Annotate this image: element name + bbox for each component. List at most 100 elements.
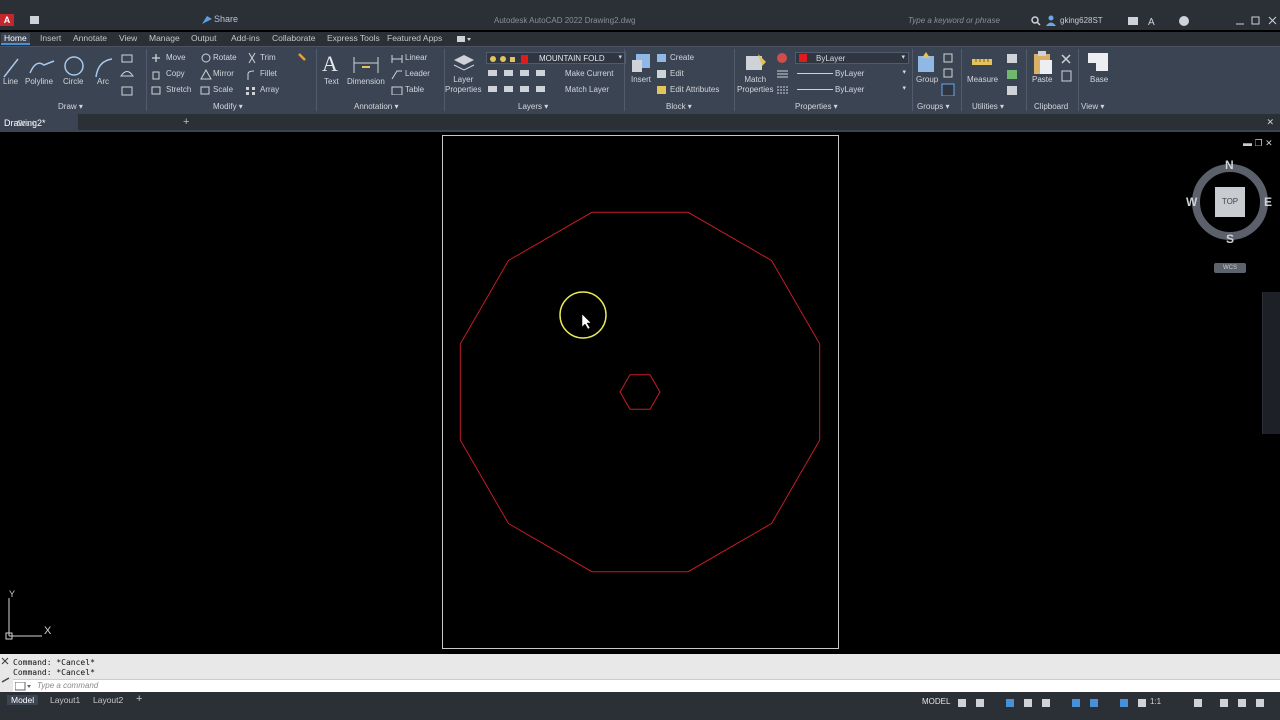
dimension-icon[interactable] — [352, 53, 380, 75]
tab-manage[interactable]: Manage — [149, 33, 180, 43]
tab-model[interactable]: Model — [7, 695, 39, 705]
modify-panel-label[interactable]: Modify ▾ — [213, 102, 243, 111]
insert-button[interactable]: Insert — [631, 75, 651, 84]
line-button[interactable]: Line — [3, 77, 18, 86]
annotation-scale[interactable]: 1:1 — [1150, 697, 1161, 706]
ribbon-toggle-icon[interactable] — [457, 36, 471, 43]
tab-annotate[interactable]: Annotate — [73, 33, 107, 43]
view-panel-label[interactable]: View ▾ — [1081, 102, 1104, 111]
insert-icon[interactable] — [630, 52, 652, 74]
annotation-panel-label[interactable]: Annotation ▾ — [354, 102, 399, 111]
add-layout-icon[interactable]: + — [136, 693, 142, 705]
tab-insert[interactable]: Insert — [40, 33, 61, 43]
window-controls[interactable] — [1236, 16, 1278, 26]
tab-drawing[interactable]: Drawing2* ✕ — [0, 114, 1274, 132]
user-name[interactable]: gking628ST — [1060, 16, 1103, 25]
tab-output[interactable]: Output — [191, 33, 217, 43]
base-button[interactable]: Base — [1090, 75, 1108, 84]
properties-panel-label[interactable]: Properties ▾ — [795, 102, 838, 111]
scale-button[interactable]: Scale — [213, 85, 233, 94]
command-window-controls[interactable] — [0, 654, 12, 692]
match-properties-icon[interactable] — [744, 52, 768, 74]
command-prompt-icon[interactable] — [15, 682, 33, 691]
match-layer-button[interactable]: Match Layer — [565, 85, 609, 94]
search-input[interactable]: Type a keyword or phrase — [904, 14, 1028, 28]
edit-block-button[interactable]: Edit — [670, 69, 684, 78]
tab-layout1[interactable]: Layout1 — [50, 695, 80, 705]
make-current-button[interactable]: Make Current — [565, 69, 613, 78]
arc-button[interactable]: Arc — [97, 77, 109, 86]
polyline-button[interactable]: Polyline — [25, 77, 53, 86]
create-block-button[interactable]: Create — [670, 53, 694, 62]
tab-start[interactable]: Start — [17, 118, 35, 128]
lineweight-dropdown[interactable]: ByLayer ▾ — [795, 68, 909, 80]
search-icon[interactable] — [1031, 16, 1041, 26]
tab-home[interactable]: Home — [1, 33, 30, 45]
tab-express-tools[interactable]: Express Tools — [327, 33, 380, 43]
trim-button[interactable]: Trim — [260, 53, 276, 62]
paste-icon[interactable] — [1032, 51, 1054, 75]
viewport-window-controls[interactable]: ▬ ❐ ✕ — [1243, 138, 1273, 149]
viewcube-top-face[interactable]: TOP — [1215, 187, 1245, 217]
stretch-button[interactable]: Stretch — [166, 85, 191, 94]
color-dropdown[interactable]: ByLayer ▾ — [795, 52, 909, 64]
utilities-panel-label[interactable]: Utilities ▾ — [972, 102, 1004, 111]
fillet-button[interactable]: Fillet — [260, 69, 277, 78]
new-tab-icon[interactable]: + — [183, 116, 189, 128]
tab-featured-apps[interactable]: Featured Apps — [387, 33, 442, 43]
model-space-indicator[interactable]: MODEL — [922, 697, 950, 706]
layer-dropdown[interactable]: MOUNTAIN FOLD ▾ — [486, 52, 626, 64]
draw-panel-label[interactable]: Draw ▾ — [58, 102, 83, 111]
compass-east[interactable]: E — [1264, 195, 1272, 209]
user-icon[interactable] — [1046, 15, 1056, 26]
block-panel-label[interactable]: Block ▾ — [666, 102, 692, 111]
measure-button[interactable]: Measure — [967, 75, 998, 84]
layers-panel-label[interactable]: Layers ▾ — [518, 102, 548, 111]
groups-icons[interactable] — [916, 52, 960, 96]
linear-button[interactable]: Linear — [405, 53, 427, 62]
quick-access-toolbar[interactable] — [30, 15, 40, 25]
tab-collaborate[interactable]: Collaborate — [272, 33, 315, 43]
copy-button[interactable]: Copy — [166, 69, 185, 78]
paste-button[interactable]: Paste — [1032, 75, 1052, 84]
close-tab-icon[interactable]: ✕ — [1266, 117, 1274, 128]
drawing-canvas[interactable]: ▬ ❐ ✕ N S E W TOP WCS Y X — [0, 134, 1280, 652]
title-bar-tools[interactable]: A — [1128, 15, 1198, 27]
drawing-geometry[interactable] — [0, 134, 1280, 652]
array-button[interactable]: Array — [260, 85, 279, 94]
clipboard-panel-label[interactable]: Clipboard — [1034, 102, 1068, 111]
move-button[interactable]: Move — [166, 53, 186, 62]
autocad-logo[interactable]: A — [0, 14, 14, 26]
compass-west[interactable]: W — [1186, 195, 1197, 209]
match-properties-button[interactable]: Match Properties — [737, 75, 773, 95]
base-view-icon[interactable] — [1088, 53, 1110, 73]
compass-north[interactable]: N — [1225, 158, 1234, 172]
dimension-button[interactable]: Dimension — [347, 77, 385, 86]
table-button[interactable]: Table — [405, 85, 424, 94]
mirror-button[interactable]: Mirror — [213, 69, 234, 78]
circle-button[interactable]: Circle — [63, 77, 83, 86]
wcs-menu[interactable]: WCS — [1214, 263, 1246, 273]
group-button[interactable]: Group — [916, 75, 938, 84]
draw-small-tools[interactable] — [120, 53, 142, 99]
compass-south[interactable]: S — [1226, 232, 1234, 246]
linetype-dropdown[interactable]: ByLayer ▾ — [795, 84, 909, 96]
layer-properties-button[interactable]: Layer Properties — [445, 75, 481, 95]
draw-tools-icons[interactable] — [2, 51, 112, 83]
layer-properties-icon[interactable] — [452, 52, 476, 74]
viewcube[interactable]: N S E W TOP — [1186, 158, 1272, 246]
status-toggles[interactable] — [958, 697, 1278, 709]
rotate-button[interactable]: Rotate — [213, 53, 237, 62]
text-button[interactable]: Text — [324, 77, 339, 86]
edit-attributes-button[interactable]: Edit Attributes — [670, 85, 719, 94]
tab-add-ins[interactable]: Add-ins — [231, 33, 260, 43]
tab-layout2[interactable]: Layout2 — [93, 695, 123, 705]
share-button[interactable]: Share — [214, 14, 238, 24]
share-icon[interactable] — [202, 16, 212, 24]
tab-view[interactable]: View — [119, 33, 137, 43]
leader-button[interactable]: Leader — [405, 69, 430, 78]
navigation-bar[interactable] — [1262, 292, 1280, 434]
groups-panel-label[interactable]: Groups ▾ — [917, 102, 949, 111]
measure-icon[interactable] — [972, 55, 994, 69]
command-input[interactable]: Type a command — [13, 679, 1280, 692]
